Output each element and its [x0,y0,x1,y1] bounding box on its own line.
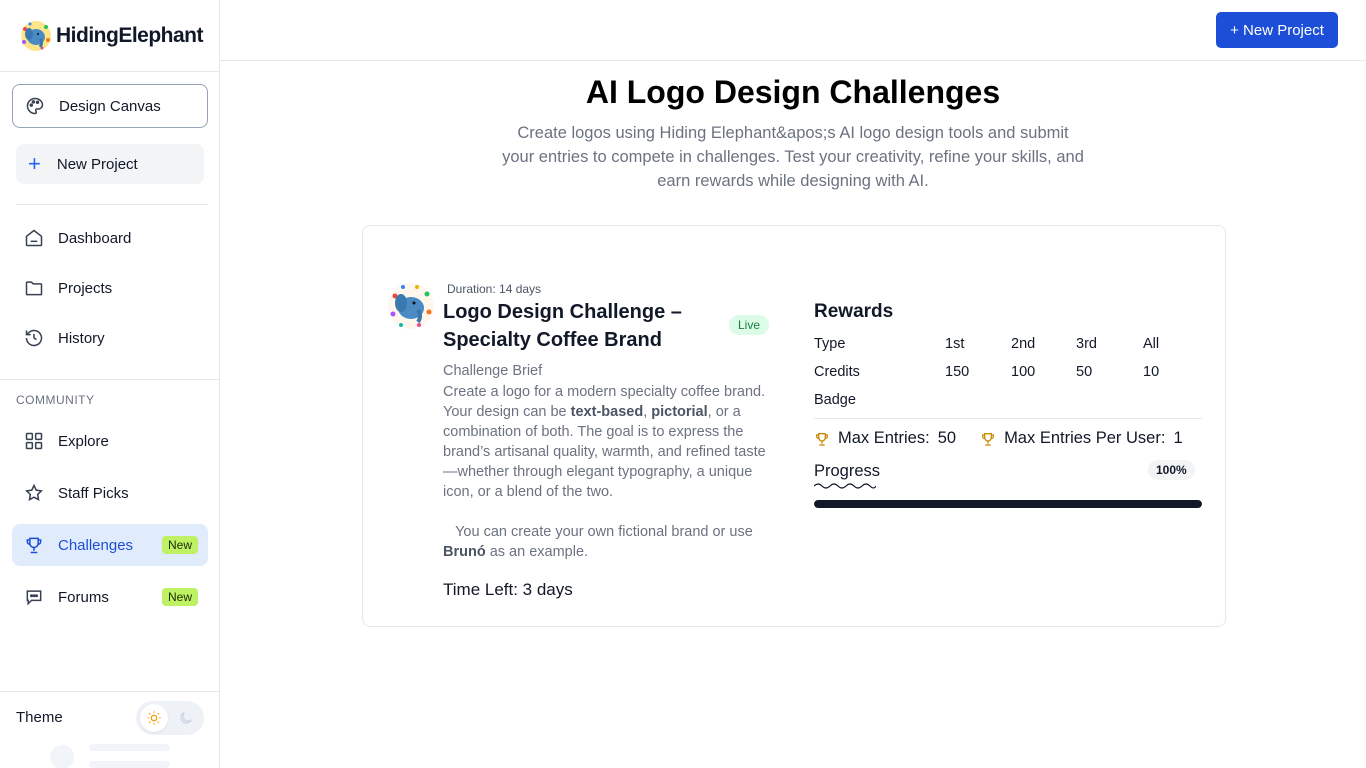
rewards-cell: 10 [1143,364,1160,380]
chat-icon [22,585,46,609]
folder-icon [22,276,46,300]
sidebar-item-label: Projects [58,279,113,297]
page-description: Create logos using Hiding Elephant&apos;… [502,124,1084,190]
page-title: AI Logo Design Challenges [585,74,1001,110]
challenge-brief: Create a logo for a modern specialty cof… [443,382,779,502]
divider [814,418,1202,419]
progress-fill [814,500,1202,508]
max-per-user-label: Max Entries Per User: [1004,429,1166,447]
sidebar-new-project-button[interactable]: + New Project [16,144,204,184]
theme-label: Theme [16,709,63,726]
sidebar-item-history[interactable]: History [12,317,208,359]
sidebar-item-challenges[interactable]: Challenges New [12,524,208,566]
history-icon [22,326,46,350]
brief-text: You can create your own fictional brand … [455,524,753,540]
top-bar: + New Project [220,0,1366,61]
rewards-cell: 2nd [1011,336,1036,352]
challenge-logo-icon [388,283,434,329]
rewards-cell: Type [814,336,846,352]
new-badge: New [161,536,198,554]
brief-emphasis: pictorial [651,404,708,420]
design-canvas-button[interactable]: Design Canvas [12,84,208,128]
brand-logo[interactable]: HidingElephant [0,0,219,72]
brief-emphasis: Brunó [443,544,486,560]
brief-text: as an example. [485,544,589,560]
community-heading: COMMUNITY [16,393,95,407]
sidebar-item-label: Explore [58,432,109,450]
moon-icon[interactable] [172,704,200,732]
challenge-duration: Duration: 14 days [447,282,542,296]
brand-name: HidingElephant [56,23,204,47]
challenge-card[interactable]: Duration: 14 days Logo Design Challenge … [362,225,1226,627]
rewards-cell: Badge [814,392,856,408]
sidebar: HidingElephant Design Canvas + New Proje… [0,0,220,768]
rewards-cell: 100 [1011,364,1036,380]
rewards-cell: 3rd [1076,336,1097,352]
rewards-cell: 1st [945,336,965,352]
brief-emphasis: text-based [570,404,644,420]
user-skeleton-line [89,744,170,751]
time-left: Time Left: 3 days [443,580,573,599]
sidebar-item-forums[interactable]: Forums New [12,576,208,618]
sidebar-item-explore[interactable]: Explore [12,420,208,462]
rewards-cell: 50 [1076,364,1093,380]
max-entries-label: Max Entries: [838,429,930,447]
trophy-icon [814,431,830,447]
sidebar-item-label: Challenges [58,536,134,554]
squiggle-underline-icon [814,483,876,489]
status-badge: Live [729,315,770,335]
sidebar-item-dashboard[interactable]: Dashboard [12,217,208,259]
star-icon [22,481,46,505]
home-icon [22,226,46,250]
max-per-user-value: 1 [1173,429,1183,447]
divider [16,204,208,205]
avatar-skeleton [50,745,74,768]
sidebar-item-label: Dashboard [58,229,132,247]
progress-label: Progress [814,462,881,480]
trophy-icon [22,533,46,557]
plus-icon: + [28,151,41,176]
sidebar-item-label: Forums [58,588,109,606]
sidebar-item-staff-picks[interactable]: Staff Picks [12,472,208,514]
progress-percent: 100% [1148,460,1195,480]
rewards-cell: 150 [945,364,970,380]
theme-toggle[interactable] [136,701,204,735]
rewards-cell: Credits [814,364,860,380]
new-project-label: New Project [56,155,138,173]
palette-icon [25,96,45,116]
grid-icon [22,429,46,453]
max-entries-value: 50 [937,429,957,447]
rewards-cell: All [1143,336,1160,352]
user-skeleton-line [89,761,170,768]
sidebar-item-label: History [58,329,105,347]
brief-heading: Challenge Brief [443,363,543,379]
sidebar-item-label: Staff Picks [58,484,129,502]
new-project-button[interactable]: + New Project [1216,12,1338,48]
trophy-icon [980,431,996,447]
sun-icon[interactable] [140,704,168,732]
challenge-title[interactable]: Logo Design Challenge – Specialty Coffee… [443,298,713,354]
rewards-title: Rewards [814,301,894,322]
challenge-brief-note: You can create your own fictional brand … [443,522,779,562]
sidebar-item-projects[interactable]: Projects [12,267,208,309]
design-canvas-label: Design Canvas [59,97,161,115]
entry-limits: Max Entries: 50 Max Entries Per User: 1 [814,429,1183,448]
divider [0,379,219,380]
divider [0,691,219,692]
new-badge: New [161,588,198,606]
progress-bar [814,500,1202,508]
elephant-logo-icon [21,20,51,51]
